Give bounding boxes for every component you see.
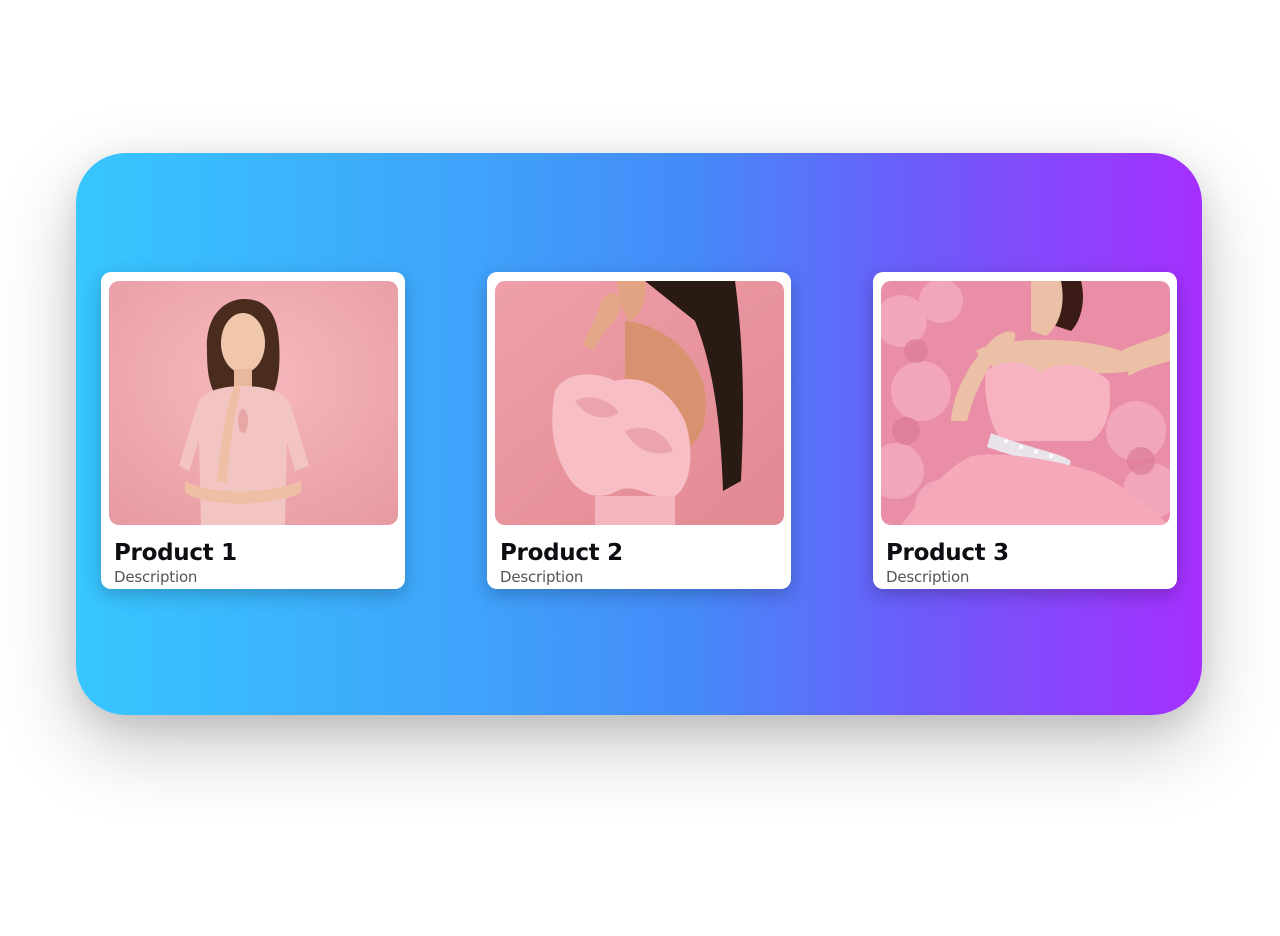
- product-title[interactable]: Product 3: [886, 542, 1009, 565]
- product-card-3[interactable]: Product 3 Description: [873, 272, 1177, 589]
- product-2-image[interactable]: [495, 281, 784, 525]
- product-3-image[interactable]: [881, 281, 1170, 525]
- woman-pink-gown-photo-icon: [881, 281, 1170, 525]
- page: Product 1 Description Product 2 Descript…: [0, 0, 1280, 936]
- product-description: Description: [114, 568, 198, 586]
- product-1-image[interactable]: [109, 281, 398, 525]
- woman-ruffle-dress-photo-icon: [495, 281, 784, 525]
- product-title[interactable]: Product 2: [500, 542, 623, 565]
- product-title[interactable]: Product 1: [114, 542, 237, 565]
- product-card-1[interactable]: Product 1 Description: [101, 272, 405, 589]
- product-description: Description: [886, 568, 970, 586]
- woman-pink-top-photo-icon: [109, 281, 398, 525]
- product-description: Description: [500, 568, 584, 586]
- product-card-2[interactable]: Product 2 Description: [487, 272, 791, 589]
